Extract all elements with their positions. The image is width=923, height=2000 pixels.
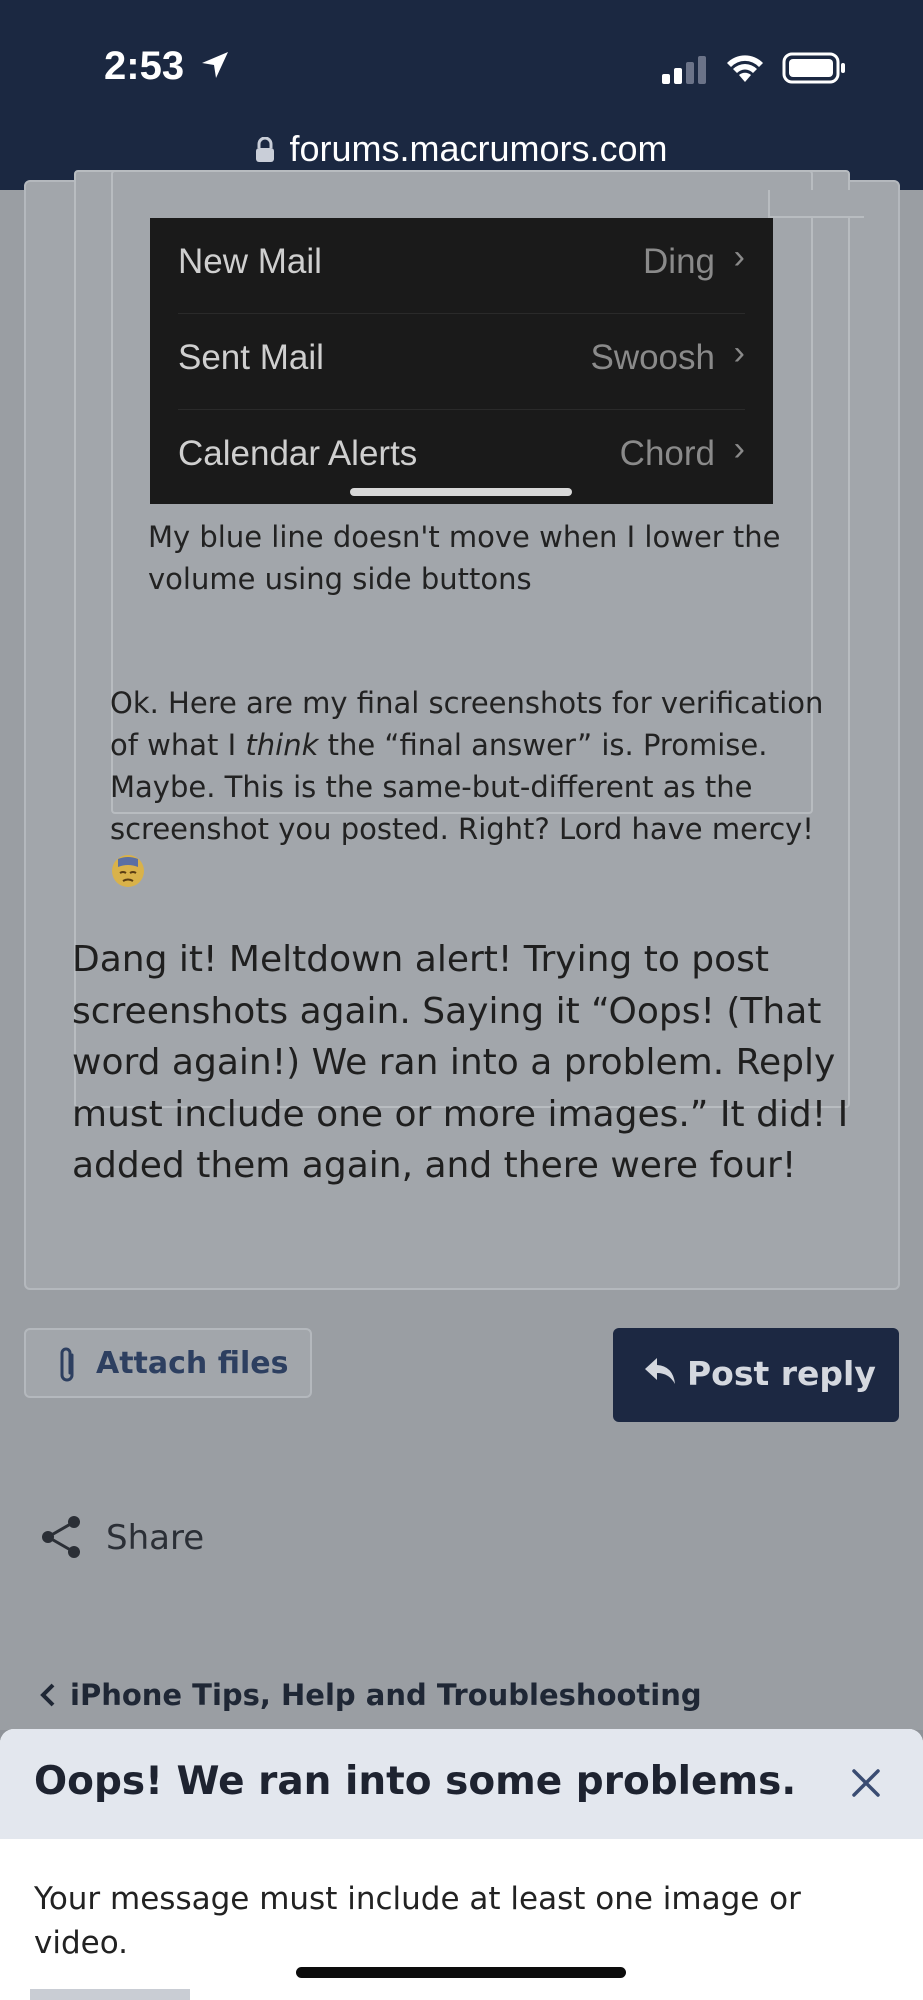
battery-icon xyxy=(782,52,845,84)
sweat-emoji-icon xyxy=(112,855,144,887)
underlying-content-peek xyxy=(30,1989,190,2000)
share-icon xyxy=(42,1516,80,1558)
error-overlay: Oops! We ran into some problems. Your me… xyxy=(0,1729,923,2000)
signal-icon xyxy=(662,56,706,84)
page-content: New Mail Ding › Sent Mail Swoosh › Calen… xyxy=(0,170,923,1730)
quote-corner-tab xyxy=(768,190,864,218)
paperclip-icon xyxy=(60,1347,74,1382)
chevron-right-icon: › xyxy=(733,430,745,468)
quoted-screenshot-image: New Mail Ding › Sent Mail Swoosh › Calen… xyxy=(150,218,773,504)
error-title: Oops! We ran into some problems. xyxy=(34,1759,797,1804)
lock-icon xyxy=(256,137,275,162)
post-reply-label: Post reply xyxy=(687,1354,876,1393)
screenshot-row: Sent Mail Swoosh › xyxy=(178,314,745,410)
location-arrow-icon xyxy=(202,52,228,78)
inner-quote-text: My blue line doesn't move when I lower t… xyxy=(148,520,781,596)
chevron-left-icon xyxy=(40,1683,55,1707)
screenshot-row-value: Chord xyxy=(619,434,715,473)
quote-text-italic: think xyxy=(245,728,319,762)
close-icon[interactable] xyxy=(846,1763,886,1803)
status-time: 2:53 xyxy=(104,44,185,88)
attach-files-button[interactable]: Attach files xyxy=(24,1328,312,1398)
chevron-right-icon: › xyxy=(733,238,745,276)
post-reply-button[interactable]: Post reply xyxy=(613,1328,899,1422)
screenshot-row-value: Swoosh xyxy=(590,338,715,377)
url-text: forums.macrumors.com xyxy=(289,128,668,169)
browser-top-bar: 2:53 forums.macrumors.com xyxy=(0,0,923,190)
screenshot-row-label: Calendar Alerts xyxy=(178,434,418,473)
breadcrumb-label: iPhone Tips, Help and Troubleshooting xyxy=(70,1678,702,1712)
reply-text[interactable]: Dang it! Meltdown alert! Trying to post … xyxy=(72,934,872,1192)
home-indicator[interactable] xyxy=(296,1967,626,1978)
error-message: Your message must include at least one i… xyxy=(34,1881,801,1961)
share-label: Share xyxy=(106,1518,205,1558)
reply-arrow-icon xyxy=(645,1358,675,1384)
chevron-right-icon: › xyxy=(733,334,745,372)
url-bar[interactable]: forums.macrumors.com xyxy=(0,128,923,170)
breadcrumb[interactable]: iPhone Tips, Help and Troubleshooting xyxy=(38,1678,702,1712)
wifi-icon xyxy=(727,55,763,82)
screenshot-row: New Mail Ding › xyxy=(178,218,745,314)
outer-quote-text: Ok. Here are my final screenshots for ve… xyxy=(110,682,830,892)
screenshot-home-indicator xyxy=(350,488,572,496)
screenshot-row-label: New Mail xyxy=(178,242,322,281)
error-overlay-header: Oops! We ran into some problems. xyxy=(0,1729,923,1839)
attach-files-label: Attach files xyxy=(96,1346,289,1381)
screenshot-row-label: Sent Mail xyxy=(178,338,324,377)
screenshot-row-value: Ding xyxy=(643,242,715,281)
